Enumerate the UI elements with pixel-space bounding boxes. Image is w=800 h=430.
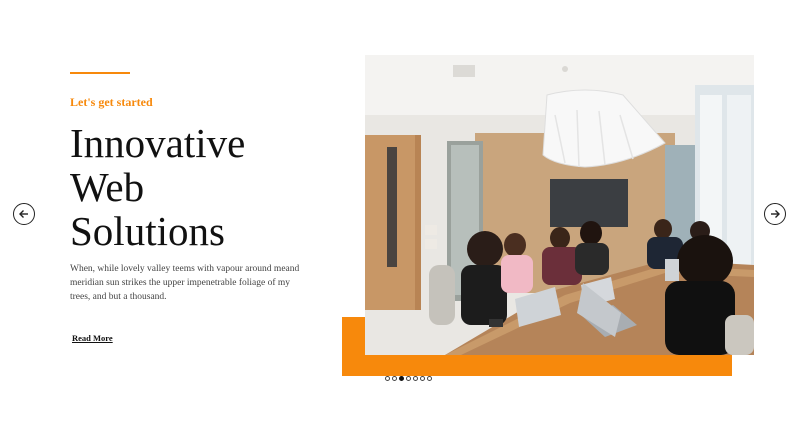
accent-line (70, 72, 130, 74)
hero-headline: Innovative Web Solutions (70, 121, 245, 253)
slider-dot[interactable] (406, 376, 411, 381)
arrow-left-icon (19, 210, 28, 218)
hero-section: Let's get started Innovative Web Solutio… (0, 0, 800, 430)
eyebrow-text: Let's get started (70, 95, 153, 109)
slider-pagination (385, 376, 432, 381)
read-more-link[interactable]: Read More (72, 333, 113, 343)
hero-description: When, while lovely valley teems with vap… (70, 264, 300, 302)
meeting-photo (365, 55, 754, 355)
headline-line: Web (70, 164, 145, 210)
slider-dot[interactable] (427, 376, 432, 381)
slider-dot[interactable] (385, 376, 390, 381)
headline-line: Solutions (70, 208, 225, 254)
slider-prev-button[interactable] (13, 203, 35, 225)
slider-dot-active[interactable] (399, 376, 404, 381)
slider-dot[interactable] (420, 376, 425, 381)
slider-dot[interactable] (392, 376, 397, 381)
slider-dot[interactable] (413, 376, 418, 381)
headline-line: Innovative (70, 120, 246, 166)
arrow-right-icon (771, 210, 780, 218)
slider-next-button[interactable] (764, 203, 786, 225)
